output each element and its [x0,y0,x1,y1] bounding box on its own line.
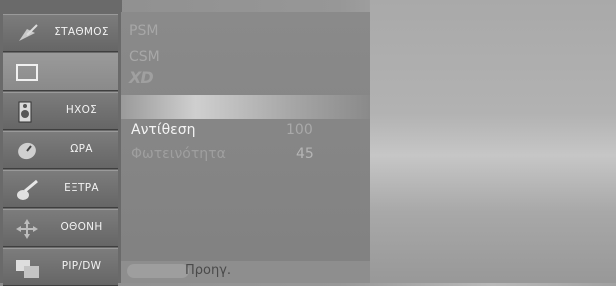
sidebar-item-label: ΣΤΑΘΜΟΣ [54,26,109,38]
pip-windows-icon [16,260,39,278]
sidebar-item-label: ΗΧΟΣ [65,104,98,116]
background-video [370,0,616,283]
sidebar-item-label: ΟΘΟΝΗ [60,221,103,233]
sidebar-item-pip[interactable]: PIP/DW [3,248,118,286]
satellite-dish-icon [19,24,38,41]
sidebar-item-sound[interactable]: ΗΧΟΣ [3,92,118,130]
guitar-icon [17,179,38,200]
screen-frame-icon [16,64,38,81]
xd-logo: XD [129,68,154,87]
csm-label[interactable]: CSM [129,49,160,65]
footer-strip: Προηγ. [121,261,370,283]
contrast-label[interactable]: Αντίθεση [131,122,195,138]
sidebar-item-label: ΩΡΑ [70,143,93,155]
prev-button-pill[interactable] [127,264,189,278]
sidebar-item-time[interactable]: ΩΡΑ [3,131,118,169]
tv-osd-screen: ΣΤΑΘΜΟΣ ΗΧΟΣ ΩΡΑ ΕΞΤΡΑ ΟΘΟΝΗ PIP/DW PSM … [0,0,616,286]
brightness-label[interactable]: Φωτεινότητα [131,146,226,162]
sidebar-item-picture[interactable] [3,53,118,91]
osd-sidebar: ΣΤΑΘΜΟΣ ΗΧΟΣ ΩΡΑ ΕΞΤΡΑ ΟΘΟΝΗ PIP/DW [0,0,122,286]
contrast-value: 100 [286,122,313,138]
sidebar-item-label: PIP/DW [61,260,102,272]
picture-settings-panel: PSM CSM XD Αντίθεση 100 Φωτεινότητα 45 Π… [121,12,370,283]
sidebar-item-label: ΕΞΤΡΑ [64,182,99,194]
sidebar-item-station[interactable]: ΣΤΑΘΜΟΣ [3,14,118,52]
prev-label[interactable]: Προηγ. [185,263,231,278]
brightness-value: 45 [296,146,314,162]
speaker-icon [18,101,32,123]
arrows-move-icon [16,219,38,239]
sidebar-item-extra[interactable]: ΕΞΤΡΑ [3,170,118,208]
sidebar-item-screen[interactable]: ΟΘΟΝΗ [3,209,118,247]
selection-highlight [121,95,370,119]
psm-label[interactable]: PSM [129,23,158,39]
clock-icon [18,142,36,160]
